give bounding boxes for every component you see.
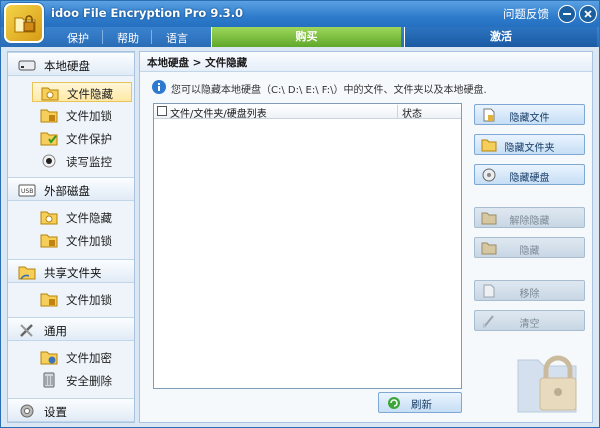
hide-button[interactable]: 隐藏: [474, 237, 585, 258]
lock-folder-icon: [40, 234, 58, 248]
hide-folder-label: 隐藏文件夹: [504, 143, 555, 154]
menu-language[interactable]: 语言: [166, 30, 188, 46]
sidebar-item-label: 文件加锁: [66, 234, 112, 248]
sidebar-item-local-hide[interactable]: 文件隐藏: [32, 82, 132, 102]
unhide-label: 解除隐藏: [509, 216, 550, 227]
protect-folder-icon: [40, 132, 58, 146]
sidebar: 本地硬盘 文件隐藏 文件加锁 文件保护 读写监控 USB 外部磁盘 文件隐藏 文…: [7, 51, 135, 423]
column-header-status[interactable]: 状态: [402, 105, 422, 120]
app-window: idoo File Encryption Pro 9.3.0 问题反馈 保护 帮…: [0, 0, 600, 428]
sidebar-section-label: 本地硬盘: [44, 59, 90, 73]
sidebar-item-shared-lock[interactable]: 文件加锁: [32, 289, 132, 309]
unhide-button[interactable]: 解除隐藏: [474, 207, 585, 228]
hide-folder-icon: [40, 211, 58, 225]
sidebar-section-shared-folder[interactable]: 共享文件夹: [8, 259, 134, 283]
encrypt-folder-icon: [40, 351, 58, 365]
menu-protect[interactable]: 保护: [67, 30, 89, 46]
hide-label: 隐藏: [519, 246, 540, 257]
clear-label: 清空: [519, 319, 540, 330]
column-divider[interactable]: [397, 105, 398, 118]
sidebar-section-settings[interactable]: 设置: [8, 398, 134, 422]
sidebar-item-shred[interactable]: 安全删除: [32, 370, 132, 390]
buy-button[interactable]: 购买: [211, 27, 401, 47]
refresh-icon: [388, 397, 400, 409]
padlock-folder-icon: [517, 355, 577, 413]
hide-folder-icon: [41, 87, 59, 101]
lock-folder-icon: [40, 109, 58, 123]
minimize-icon: [563, 13, 571, 15]
tools-icon: [20, 324, 33, 337]
app-title: idoo File Encryption Pro 9.3.0: [51, 6, 244, 20]
file-list[interactable]: 文件/文件夹/硬盘列表 状态: [153, 103, 462, 389]
sidebar-item-external-hide[interactable]: 文件隐藏: [32, 207, 132, 227]
breadcrumb: 本地硬盘 > 文件隐藏: [140, 52, 592, 72]
sidebar-item-local-monitor[interactable]: 读写监控: [32, 151, 132, 171]
feedback-link[interactable]: 问题反馈: [503, 6, 549, 22]
hide-disk-button[interactable]: 隐藏硬盘: [474, 164, 585, 185]
minimize-button[interactable]: [558, 5, 576, 23]
activate-button[interactable]: 激活: [404, 27, 597, 47]
sidebar-item-label: 文件加锁: [66, 293, 112, 307]
remove-button[interactable]: 移除: [474, 280, 585, 301]
sidebar-item-external-lock[interactable]: 文件加锁: [32, 230, 132, 250]
select-all-checkbox[interactable]: [157, 106, 167, 116]
clear-button[interactable]: 清空: [474, 310, 585, 331]
sidebar-item-local-protect[interactable]: 文件保护: [32, 128, 132, 148]
hide-disk-label: 隐藏硬盘: [509, 173, 550, 184]
hide-folder-button[interactable]: 隐藏文件夹: [474, 134, 585, 155]
refresh-button[interactable]: 刷新: [378, 392, 462, 413]
menu-divider: [102, 30, 103, 44]
sidebar-section-external-disk[interactable]: USB 外部磁盘: [8, 177, 134, 201]
menu-help[interactable]: 帮助: [117, 30, 139, 46]
lock-folder-icon: [40, 293, 58, 307]
hide-file-button[interactable]: 隐藏文件: [474, 104, 585, 125]
sidebar-item-local-lock[interactable]: 文件加锁: [32, 105, 132, 125]
list-header: 文件/文件夹/硬盘列表 状态: [154, 104, 461, 120]
column-header-list[interactable]: 文件/文件夹/硬盘列表: [170, 105, 267, 120]
gear-icon: [20, 404, 34, 418]
shred-icon: [43, 372, 55, 388]
sidebar-section-label: 共享文件夹: [44, 266, 102, 280]
app-logo: [4, 3, 44, 43]
menu-divider: [151, 30, 152, 44]
close-button[interactable]: [579, 5, 597, 23]
remove-label: 移除: [519, 289, 540, 300]
sidebar-section-local-disk[interactable]: 本地硬盘: [8, 52, 134, 76]
sidebar-item-label: 文件加密: [66, 351, 112, 365]
info-icon: [152, 80, 166, 94]
sidebar-item-label: 文件加锁: [66, 109, 112, 123]
info-text: 您可以隐藏本地硬盘（C:\ D:\ E:\ F:\）中的文件、文件夹以及本地硬盘…: [171, 85, 487, 96]
sidebar-item-label: 文件隐藏: [67, 87, 113, 101]
main-panel: 本地硬盘 > 文件隐藏 您可以隐藏本地硬盘（C:\ D:\ E:\ F:\）中的…: [139, 51, 593, 423]
title-bar: idoo File Encryption Pro 9.3.0 问题反馈: [1, 1, 599, 27]
sidebar-item-label: 安全删除: [66, 374, 112, 388]
sidebar-item-encrypt[interactable]: 文件加密: [32, 347, 132, 367]
refresh-label: 刷新: [411, 399, 432, 411]
hide-file-label: 隐藏文件: [509, 113, 550, 124]
close-icon: [584, 10, 592, 18]
sidebar-item-label: 文件隐藏: [66, 211, 112, 225]
sidebar-section-label: 外部磁盘: [44, 184, 90, 198]
sidebar-section-label: 通用: [44, 324, 67, 338]
usb-disk-icon: USB: [18, 184, 36, 197]
monitor-icon: [42, 154, 56, 168]
sidebar-section-label: 设置: [44, 405, 67, 419]
sidebar-item-label: 文件保护: [66, 132, 112, 146]
shared-folder-icon: [18, 266, 36, 280]
svg-text:USB: USB: [21, 188, 33, 195]
hard-disk-icon: [18, 60, 36, 71]
sidebar-item-label: 读写监控: [66, 155, 112, 169]
sidebar-section-general[interactable]: 通用: [8, 317, 134, 341]
